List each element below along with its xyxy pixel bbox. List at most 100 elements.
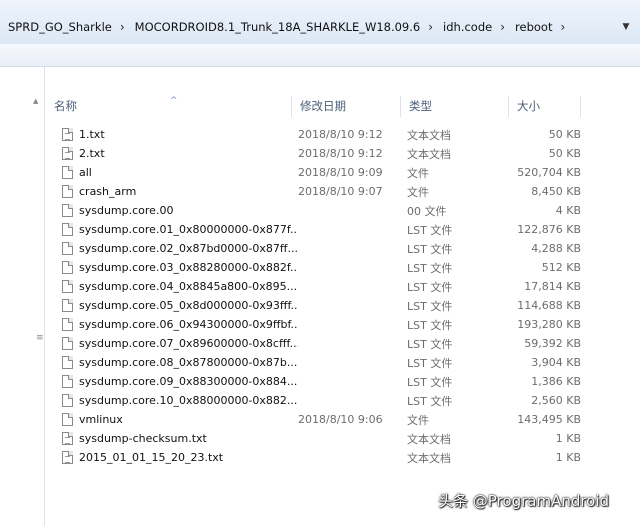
- column-date-label: 修改日期: [300, 99, 346, 113]
- file-type: LST 文件: [407, 299, 453, 313]
- file-size: 512 KB: [541, 261, 581, 274]
- file-row[interactable]: sysdump.core.06_0x94300000-0x9ffbf... LST…: [46, 315, 640, 334]
- file-type: 00 文件: [407, 204, 447, 218]
- file-name: sysdump.core.01_0x80000000-0x877f...: [79, 223, 298, 236]
- file-type: LST 文件: [407, 261, 453, 275]
- file-size: 1 KB: [555, 451, 581, 464]
- file-type: LST 文件: [407, 375, 453, 389]
- file-type: 文件: [407, 185, 429, 199]
- file-row[interactable]: 2015_01_01_15_20_23.txt 文本文档 1 KB: [46, 448, 640, 467]
- file-name-cell: all: [46, 166, 298, 179]
- file-row[interactable]: sysdump-checksum.txt 文本文档 1 KB: [46, 429, 640, 448]
- file-type: 文本文档: [407, 432, 451, 446]
- file-name: sysdump.core.05_0x8d000000-0x93fff...: [79, 299, 298, 312]
- file-size: 8,450 KB: [531, 185, 581, 198]
- column-type-label: 类型: [409, 99, 432, 113]
- chevron-right-icon[interactable]: ›: [426, 20, 435, 34]
- file-size: 4 KB: [555, 204, 581, 217]
- file-size: 193,280 KB: [517, 318, 581, 331]
- file-name-cell: sysdump.core.01_0x80000000-0x877f...: [46, 223, 298, 236]
- column-date[interactable]: 修改日期: [291, 96, 400, 117]
- file-row[interactable]: all 2018/8/10 9:09 文件 520,704 KB: [46, 163, 640, 182]
- scrollbar-grip-icon[interactable]: ≡: [36, 334, 44, 367]
- column-name[interactable]: 名称 ^: [46, 96, 291, 117]
- file-row[interactable]: sysdump.core.07_0x89600000-0x8cfff... LST…: [46, 334, 640, 353]
- file-name: crash_arm: [79, 185, 137, 198]
- file-row[interactable]: vmlinux 2018/8/10 9:06 文件 143,495 KB: [46, 410, 640, 429]
- file-row[interactable]: 1.txt 2018/8/10 9:12 文本文档 50 KB: [46, 125, 640, 144]
- file-name: sysdump-checksum.txt: [79, 432, 207, 445]
- file-name-cell: sysdump.core.04_0x8845a800-0x895...: [46, 280, 298, 293]
- file-name-cell: sysdump.core.10_0x88000000-0x882...: [46, 394, 298, 407]
- chevron-right-icon[interactable]: ›: [558, 20, 567, 34]
- file-name: sysdump.core.10_0x88000000-0x882...: [79, 394, 298, 407]
- file-row[interactable]: sysdump.core.04_0x8845a800-0x895... LST 文…: [46, 277, 640, 296]
- address-bar[interactable]: SPRD_GO_Sharkle › MOCORDROID8.1_Trunk_18…: [0, 0, 640, 44]
- file-name-cell: sysdump.core.07_0x89600000-0x8cfff...: [46, 337, 298, 350]
- file-date: 2018/8/10 9:12: [298, 147, 383, 160]
- chevron-right-icon[interactable]: ›: [118, 20, 127, 34]
- column-empty[interactable]: [580, 96, 640, 117]
- file-list: 1.txt 2018/8/10 9:12 文本文档 50 KB 2.txt 2018/8/…: [46, 125, 640, 467]
- file-row[interactable]: 2.txt 2018/8/10 9:12 文本文档 50 KB: [46, 144, 640, 163]
- chevron-right-icon[interactable]: ›: [498, 20, 507, 34]
- file-icon: [62, 413, 73, 426]
- file-row[interactable]: sysdump.core.10_0x88000000-0x882... LST 文…: [46, 391, 640, 410]
- file-type: 文件: [407, 166, 429, 180]
- breadcrumb-item[interactable]: idh.code: [435, 20, 498, 34]
- text-file-icon: [62, 147, 73, 160]
- file-row[interactable]: sysdump.core.08_0x87800000-0x87b... LST 文…: [46, 353, 640, 372]
- file-size: 50 KB: [548, 128, 581, 141]
- file-name: 2015_01_01_15_20_23.txt: [79, 451, 224, 464]
- file-name-cell: sysdump.core.06_0x94300000-0x9ffbf...: [46, 318, 298, 331]
- breadcrumb-item[interactable]: MOCORDROID8.1_Trunk_18A_SHARKLE_W18.09.6: [127, 20, 427, 34]
- file-date: 2018/8/10 9:09: [298, 166, 383, 179]
- breadcrumb-item[interactable]: SPRD_GO_Sharkle: [0, 20, 118, 34]
- chevron-down-icon[interactable]: ▼: [618, 22, 634, 32]
- file-icon: [62, 242, 73, 255]
- file-name-cell: vmlinux: [46, 413, 298, 426]
- file-icon: [62, 204, 73, 217]
- file-row[interactable]: sysdump.core.09_0x88300000-0x884... LST 文…: [46, 372, 640, 391]
- file-icon: [62, 223, 73, 236]
- file-name: vmlinux: [79, 413, 123, 426]
- file-size: 4,288 KB: [531, 242, 581, 255]
- file-row[interactable]: sysdump.core.03_0x88280000-0x882f... LST …: [46, 258, 640, 277]
- file-row[interactable]: sysdump.core.05_0x8d000000-0x93fff... LST…: [46, 296, 640, 315]
- file-name-cell: sysdump.core.00: [46, 204, 298, 217]
- file-row[interactable]: sysdump.core.02_0x87bd0000-0x87ff... LST …: [46, 239, 640, 258]
- file-type: LST 文件: [407, 318, 453, 332]
- file-icon: [62, 375, 73, 388]
- file-size: 122,876 KB: [517, 223, 581, 236]
- file-size: 143,495 KB: [517, 413, 581, 426]
- file-icon: [62, 166, 73, 179]
- scroll-up-icon[interactable]: ▲: [33, 97, 43, 107]
- file-size: 3,904 KB: [531, 356, 581, 369]
- file-name-cell: sysdump.core.02_0x87bd0000-0x87ff...: [46, 242, 298, 255]
- breadcrumb-item[interactable]: reboot: [507, 20, 558, 34]
- file-name: sysdump.core.03_0x88280000-0x882f...: [79, 261, 298, 274]
- file-icon: [62, 280, 73, 293]
- file-icon: [62, 337, 73, 350]
- file-name: 2.txt: [79, 147, 105, 160]
- file-row[interactable]: sysdump.core.00 00 文件 4 KB: [46, 201, 640, 220]
- file-row[interactable]: crash_arm 2018/8/10 9:07 文件 8,450 KB: [46, 182, 640, 201]
- breadcrumb: SPRD_GO_Sharkle › MOCORDROID8.1_Trunk_18…: [0, 17, 640, 37]
- file-size: 2,560 KB: [531, 394, 581, 407]
- file-size: 114,688 KB: [517, 299, 581, 312]
- text-file-icon: [62, 128, 73, 141]
- navigation-pane: ▲ ≡: [0, 67, 45, 526]
- file-type: 文本文档: [407, 147, 451, 161]
- file-row[interactable]: sysdump.core.01_0x80000000-0x877f... LST …: [46, 220, 640, 239]
- file-name: sysdump.core.07_0x89600000-0x8cfff...: [79, 337, 298, 350]
- text-file-icon: [62, 451, 73, 464]
- column-size[interactable]: 大小: [508, 96, 580, 117]
- column-type[interactable]: 类型: [400, 96, 508, 117]
- file-name-cell: 2015_01_01_15_20_23.txt: [46, 451, 298, 464]
- column-name-label: 名称: [54, 99, 77, 113]
- column-header: 名称 ^ 修改日期 类型 大小: [46, 96, 640, 117]
- toolbar: [0, 44, 640, 67]
- file-icon: [62, 318, 73, 331]
- file-name-cell: 1.txt: [46, 128, 298, 141]
- file-type: LST 文件: [407, 394, 453, 408]
